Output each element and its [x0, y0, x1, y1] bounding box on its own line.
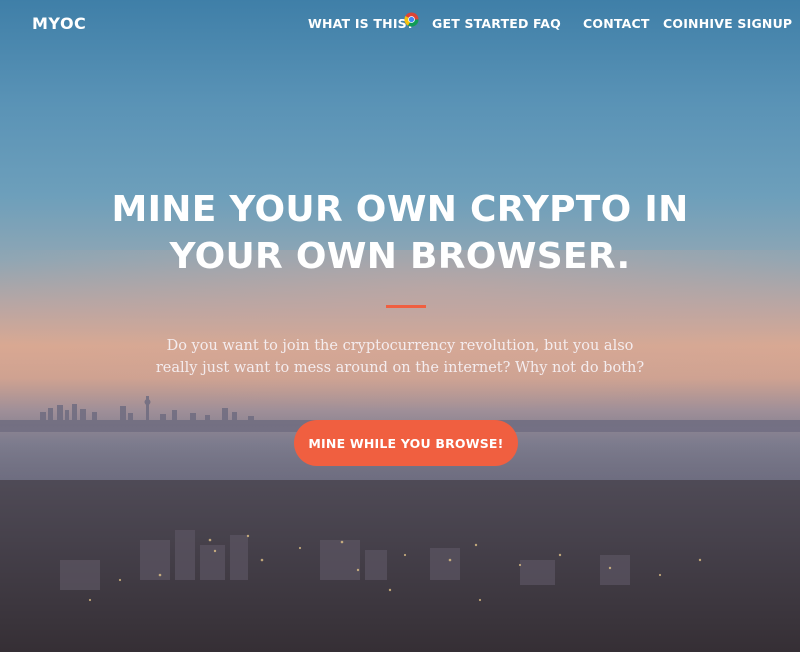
hero-description-line-2: really just want to mess around on the i…: [155, 360, 645, 376]
nav-link-contact[interactable]: CONTACT: [583, 16, 650, 31]
chrome-icon: [404, 12, 419, 27]
nav-link-coinhive-signup[interactable]: COINHIVE SIGNUP: [663, 16, 792, 31]
hero-title-line-1: MINE YOUR OWN CRYPTO IN: [111, 189, 689, 230]
brand-logo-link[interactable]: MYOC: [32, 14, 86, 33]
nav-link-faq[interactable]: FAQ: [533, 16, 561, 31]
mine-while-you-browse-button[interactable]: MINE WHILE YOU BROWSE!: [294, 420, 518, 466]
hero-divider: [386, 305, 426, 308]
hero-title-line-2: YOUR OWN BROWSER.: [169, 236, 631, 277]
hero-title: MINE YOUR OWN CRYPTO IN YOUR OWN BROWSER…: [0, 186, 800, 280]
background-city-image: [0, 250, 800, 652]
nav-link-get-started[interactable]: GET STARTED: [432, 16, 529, 31]
hero-description-line-1: Do you want to join the cryptocurrency r…: [166, 338, 634, 354]
hero-description: Do you want to join the cryptocurrency r…: [150, 335, 650, 379]
nav-link-what-is-this[interactable]: WHAT IS THIS?: [308, 16, 414, 31]
top-navigation: MYOC WHAT IS THIS? GET STARTED FAQ CONTA…: [0, 0, 800, 46]
